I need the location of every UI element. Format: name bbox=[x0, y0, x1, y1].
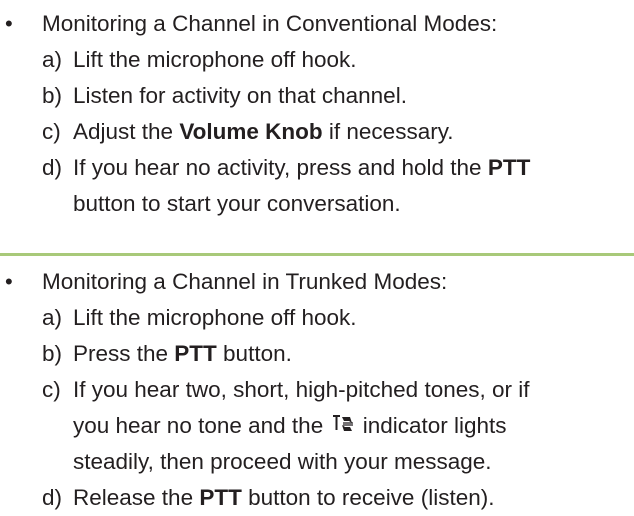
ptt-term: PTT bbox=[487, 155, 531, 180]
list-item-d: d) If you hear no activity, press and ho… bbox=[42, 155, 531, 216]
bullet-icon: • bbox=[5, 11, 13, 36]
list-item-c: c) Adjust the Volume Knob if necessary. bbox=[42, 119, 454, 144]
trunked-modes-section: • Monitoring a Channel in Trunked Modes:… bbox=[0, 258, 634, 516]
heading-text: Monitoring a Channel in Conventional Mod… bbox=[42, 11, 498, 36]
section-divider bbox=[0, 253, 634, 256]
list-item-b: b) Press the PTT button. bbox=[42, 341, 292, 366]
bullet-icon: • bbox=[5, 269, 13, 294]
conventional-modes-section: • Monitoring a Channel in Conventional M… bbox=[0, 0, 634, 222]
heading-text: Monitoring a Channel in Trunked Modes: bbox=[42, 269, 448, 294]
list-item-b: b) Listen for activity on that channel. bbox=[42, 83, 407, 108]
ptt-term: PTT bbox=[199, 485, 242, 510]
volume-knob-term: Volume Knob bbox=[179, 119, 323, 144]
list-item-c: c) If you hear two, short, high-pitched … bbox=[42, 377, 530, 474]
trunking-indicator-icon bbox=[332, 410, 354, 432]
list-item-a: a) Lift the microphone off hook. bbox=[42, 47, 357, 72]
ptt-term: PTT bbox=[174, 341, 217, 366]
trunked-modes-heading: • Monitoring a Channel in Trunked Modes: bbox=[0, 264, 634, 300]
list-item-a: a) Lift the microphone off hook. bbox=[42, 305, 357, 330]
conventional-modes-heading: • Monitoring a Channel in Conventional M… bbox=[0, 6, 634, 42]
list-item-d: d) Release the PTT button to receive (li… bbox=[42, 485, 495, 510]
